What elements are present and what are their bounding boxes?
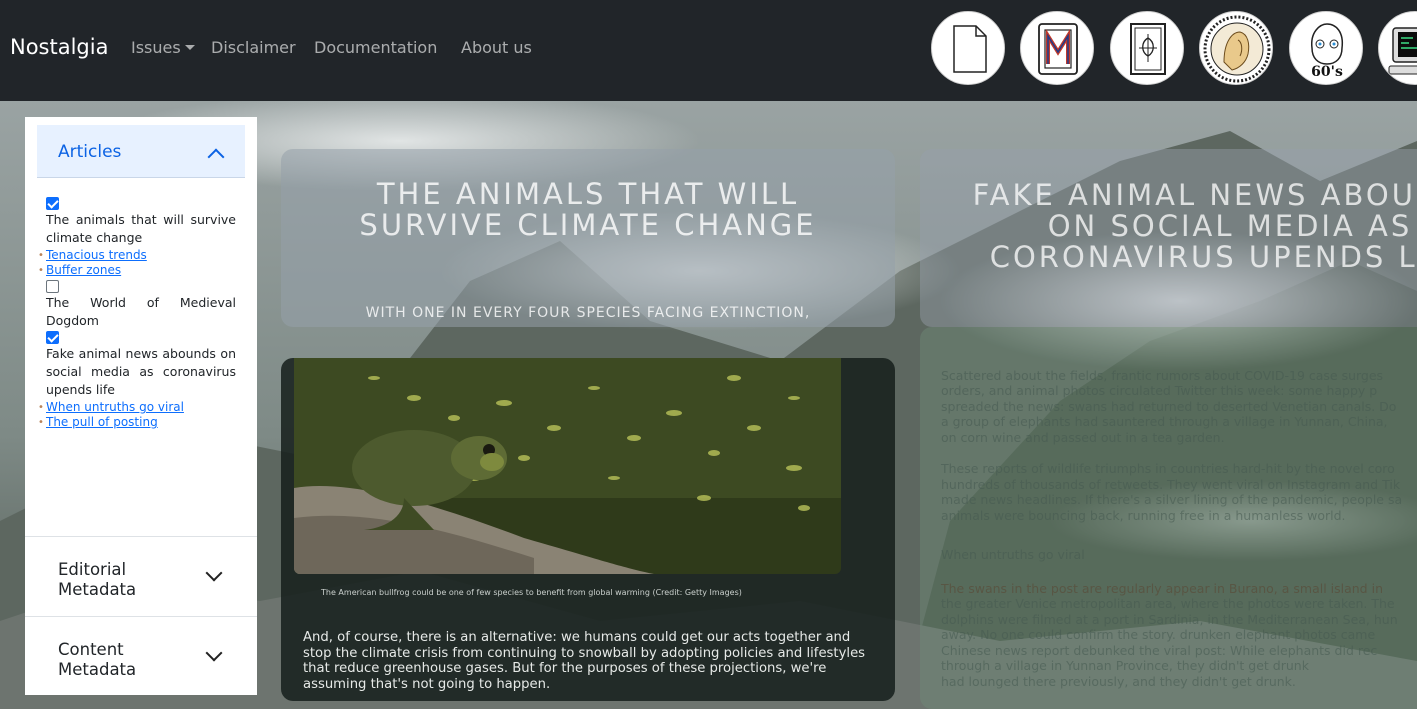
- article-2-faint-line: animals were bouncing back, running free…: [941, 508, 1346, 523]
- article-2-faint-line: orders, and animal photos circulated Twi…: [941, 383, 1378, 398]
- article-2-title-card: Fake animal news abounds on social media…: [920, 149, 1417, 327]
- article-3-link-pull-of-posting[interactable]: The pull of posting: [38, 415, 236, 430]
- article-1-title: The animals that will survive climate ch…: [46, 212, 236, 245]
- article-2-faint-line: the greater Venice metropolitan area, wh…: [941, 596, 1395, 611]
- svg-text:60's: 60's: [1311, 64, 1343, 80]
- article-2-faint-line: dolphins were filmed at a port in Sardin…: [941, 612, 1398, 627]
- article-2-faint-line: hundreds of thousands of retweets. They …: [941, 477, 1401, 492]
- article-2-title: The World of Medieval Dogdom: [46, 295, 236, 328]
- brand-logo-text[interactable]: Nostalgia: [10, 35, 108, 59]
- article-3-title: Fake animal news abounds on social media…: [46, 346, 236, 397]
- accordion-articles-label: Articles: [58, 142, 122, 162]
- article-2-faint-line: The swans in the post are regularly appe…: [941, 581, 1383, 596]
- article-2-body-card: Scattered about the fields, frantic rumo…: [920, 327, 1417, 709]
- article-1-body-card: The American bullfrog could be one of fe…: [281, 358, 895, 701]
- article-2-faint-line: These reports of wildlife triumphs in co…: [941, 461, 1395, 476]
- article-2-checkbox[interactable]: [46, 280, 59, 293]
- articles-list: The animals that will survive climate ch…: [38, 197, 236, 430]
- article-2-faint-line: Chinese news report debunked the viral p…: [941, 643, 1378, 658]
- blank-page-icon[interactable]: [931, 11, 1005, 85]
- article-2-faint-line: had lounged there previously, and they d…: [941, 674, 1296, 689]
- accordion-editorial-metadata[interactable]: Editorial Metadata: [25, 536, 257, 614]
- m-cabinet-icon[interactable]: [1020, 11, 1094, 85]
- article-1-subheading: With one in every four species facing ex…: [365, 305, 811, 321]
- retro-computer-icon[interactable]: [1378, 11, 1417, 85]
- chevron-down-icon: [205, 564, 223, 582]
- bullfrog-photo: [294, 358, 841, 574]
- article-1-heading: The animals that will survive climate ch…: [359, 177, 817, 242]
- article-2-faint-line: a group of elephants had sauntered throu…: [941, 414, 1388, 429]
- art-nouveau-portrait-icon[interactable]: [1199, 11, 1273, 85]
- article-1-checkbox[interactable]: [46, 197, 59, 210]
- chevron-up-icon: [207, 148, 225, 166]
- article-2-heading: Fake animal news abounds on social media…: [972, 178, 1417, 274]
- sixties-face-icon[interactable]: 60's: [1289, 11, 1363, 85]
- editorial-metadata-label: Editorial Metadata: [58, 560, 137, 599]
- article-1-link-tenacious-trends[interactable]: Tenacious trends: [38, 248, 236, 263]
- nav-documentation[interactable]: Documentation: [314, 38, 437, 57]
- nav-issues-dropdown[interactable]: Issues: [131, 38, 195, 57]
- article-2-faint-line: made news headlines. If there's a silver…: [941, 492, 1403, 507]
- accordion-articles-header[interactable]: Articles: [37, 125, 245, 178]
- article-2-faint-line: Scattered about the fields, frantic rumo…: [941, 368, 1384, 383]
- article-1-link-buffer-zones[interactable]: Buffer zones: [38, 263, 236, 278]
- caret-down-icon: [184, 45, 195, 50]
- nav-about-us[interactable]: About us: [461, 38, 532, 57]
- article-2-faint-subheading: When untruths go viral: [941, 547, 1085, 562]
- article-2-faint-line: through a village in Yunnan Province, th…: [941, 658, 1309, 673]
- accordion-content-metadata[interactable]: Content Metadata: [25, 616, 257, 694]
- article-3-link-untruths[interactable]: When untruths go viral: [38, 400, 236, 415]
- photo-caption: The American bullfrog could be one of fe…: [321, 588, 742, 597]
- article-2-faint-line: spreaded the news: swans had returned to…: [941, 399, 1397, 414]
- content-metadata-label: Content Metadata: [58, 640, 137, 679]
- article-1-paragraph: And, of course, there is an alternative:…: [303, 630, 866, 692]
- nav-disclaimer[interactable]: Disclaimer: [211, 38, 296, 57]
- top-navbar: Nostalgia Issues Disclaimer Documentatio…: [0, 0, 1417, 101]
- sidebar-accordion: Articles The animals that will survive c…: [25, 117, 257, 695]
- article-3-checkbox[interactable]: [46, 331, 59, 344]
- chevron-down-icon: [205, 644, 223, 662]
- article-1-title-card: The animals that will survive climate ch…: [281, 149, 895, 327]
- ornamental-card-icon[interactable]: [1110, 11, 1184, 85]
- article-2-faint-line: on corn wine and passed out in a tea gar…: [941, 430, 1225, 445]
- article-2-faint-line: away. No one could confirm the story. dr…: [941, 627, 1376, 642]
